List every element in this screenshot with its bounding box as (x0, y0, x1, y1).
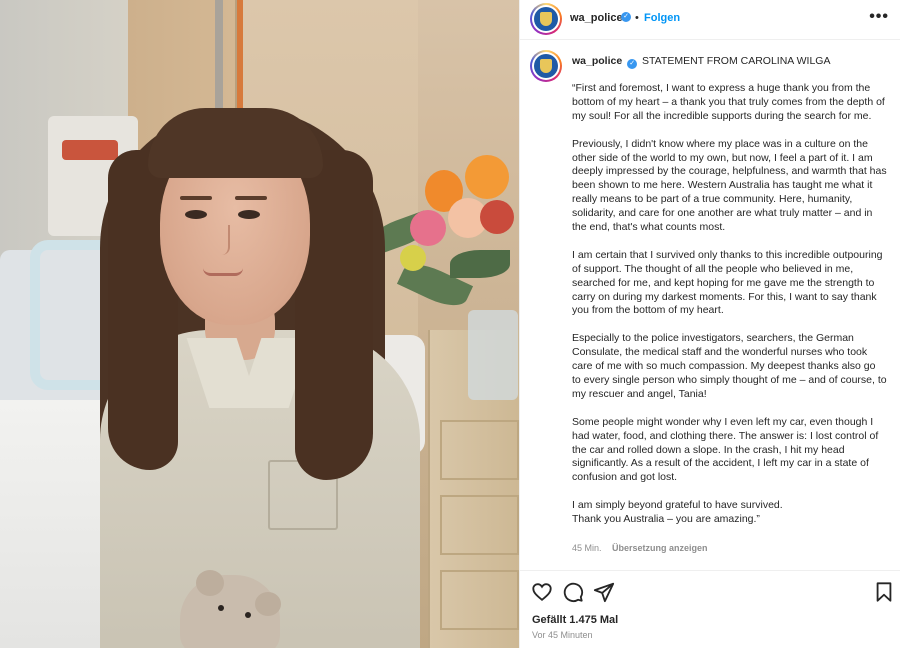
verified-badge-icon: ✓ (627, 59, 638, 69)
separator-dot: • (635, 12, 639, 24)
heart-icon[interactable] (531, 581, 553, 603)
teddy-eye (218, 605, 224, 611)
caption-paragraph: Thank you Australia – you are amazing.” (572, 513, 760, 526)
caption-title: STATEMENT FROM CAROLINA WILGA (642, 55, 831, 67)
caption-avatar[interactable] (530, 50, 562, 82)
curtain-rail (215, 0, 223, 110)
eyebrow (180, 196, 212, 200)
verified-badge-icon: ✓ (621, 12, 631, 22)
hair-top (148, 108, 323, 178)
translate-button[interactable]: Übersetzung anzeigen (612, 543, 708, 553)
follow-button[interactable]: Folgen (644, 12, 680, 24)
police-crest-icon (540, 59, 552, 73)
share-icon[interactable] (593, 581, 615, 603)
caption-paragraph: I am simply beyond grateful to have surv… (572, 499, 783, 512)
teddy-eye (245, 612, 251, 618)
mouth (203, 268, 243, 276)
caption-text: “First and foremost, I want to express a… (572, 82, 887, 527)
header-username[interactable]: wa_police (570, 12, 623, 24)
cord (237, 0, 243, 110)
caption-paragraph: Some people might wonder why I even left… (572, 415, 879, 484)
teddy-ear (196, 570, 224, 596)
eye (238, 210, 260, 219)
police-crest-icon (540, 12, 552, 26)
post-timestamp: Vor 45 Minuten (532, 630, 593, 640)
medical-equipment-red (62, 140, 118, 160)
avatar[interactable] (530, 3, 562, 35)
caption-paragraph: I am certain that I survived only thanks… (572, 248, 883, 317)
caption-header: wa_police ✓ STATEMENT FROM CAROLINA WILG… (572, 55, 831, 69)
eye (185, 210, 207, 219)
caption-paragraph: “First and foremost, I want to express a… (572, 82, 885, 122)
caption-username[interactable]: wa_police (572, 55, 622, 67)
bookmark-icon[interactable] (873, 581, 895, 603)
flower-bouquet (367, 150, 519, 330)
nose (216, 225, 230, 255)
post-photo[interactable] (0, 0, 519, 648)
post-sidebar: wa_police ✓ • Folgen ••• wa_police ✓ STA… (519, 0, 900, 648)
cabinet-drawer (440, 420, 519, 480)
action-bar: Gefällt 1.475 Mal Vor 45 Minuten (520, 570, 900, 648)
comment-icon[interactable] (562, 581, 584, 603)
post-header: wa_police ✓ • Folgen ••• (520, 0, 900, 40)
cabinet-drawer (440, 570, 519, 630)
caption-meta: 45 Min. Übersetzung anzeigen (572, 543, 716, 553)
caption-paragraph: Especially to the police investigators, … (572, 332, 887, 400)
teddy-ear (255, 592, 281, 616)
caption-time: 45 Min. (572, 543, 602, 553)
cabinet-drawer (440, 495, 519, 555)
likes-count[interactable]: Gefällt 1.475 Mal (532, 614, 618, 626)
more-horizontal-icon[interactable]: ••• (869, 8, 889, 26)
eyebrow (235, 196, 267, 200)
caption-paragraph: Previously, I didn't know where my place… (572, 137, 887, 234)
